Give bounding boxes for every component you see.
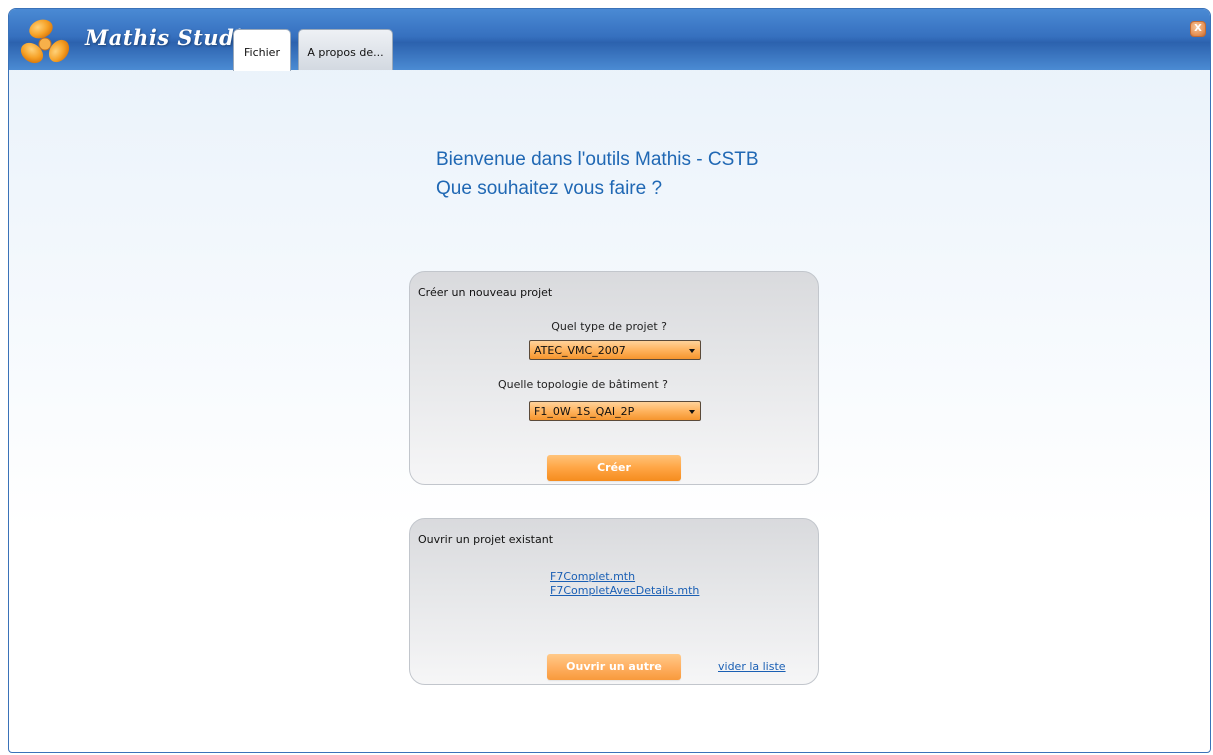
topology-label: Quelle topologie de bâtiment ? — [497, 378, 668, 391]
close-button[interactable]: X — [1190, 21, 1206, 37]
title-bar: Mathis Studio Fichier A propos de... X — [9, 9, 1210, 71]
clear-list-link[interactable]: vider la liste — [718, 660, 786, 673]
create-panel-title: Créer un nouveau projet — [418, 286, 553, 299]
create-project-panel: Créer un nouveau projet Quel type de pro… — [409, 271, 819, 485]
welcome-message: Bienvenue dans l'outils Mathis - CSTB Qu… — [436, 145, 759, 203]
app-title: Mathis Studio — [85, 25, 258, 50]
main-window: Mathis Studio Fichier A propos de... X B… — [8, 8, 1211, 753]
chevron-down-icon — [689, 349, 695, 353]
topology-value: F1_0W_1S_QAI_2P — [534, 405, 635, 418]
chevron-down-icon — [689, 410, 695, 414]
project-type-select[interactable]: ATEC_VMC_2007 — [529, 340, 701, 360]
open-panel-title: Ouvrir un projet existant — [418, 533, 554, 546]
recent-file-link[interactable]: F7Complet.mth — [550, 570, 699, 584]
project-type-value: ATEC_VMC_2007 — [534, 344, 626, 357]
open-other-project-button[interactable]: Ouvrir un autre projet — [547, 654, 681, 699]
welcome-line-2: Que souhaitez vous faire ? — [436, 178, 663, 199]
tab-fichier[interactable]: Fichier — [233, 29, 291, 71]
project-type-label: Quel type de projet ? — [551, 320, 667, 333]
recent-file-link[interactable]: F7CompletAvecDetails.mth — [550, 584, 699, 598]
open-project-panel: Ouvrir un projet existant F7Complet.mth … — [409, 518, 819, 699]
topology-select[interactable]: F1_0W_1S_QAI_2P — [529, 401, 701, 421]
tab-a-propos[interactable]: A propos de... — [298, 29, 393, 70]
fan-logo-icon — [20, 19, 70, 64]
recent-files-list: F7Complet.mth F7CompletAvecDetails.mth — [550, 570, 699, 598]
create-button[interactable]: Créer — [547, 455, 681, 481]
welcome-line-1: Bienvenue dans l'outils Mathis - CSTB — [436, 149, 759, 170]
